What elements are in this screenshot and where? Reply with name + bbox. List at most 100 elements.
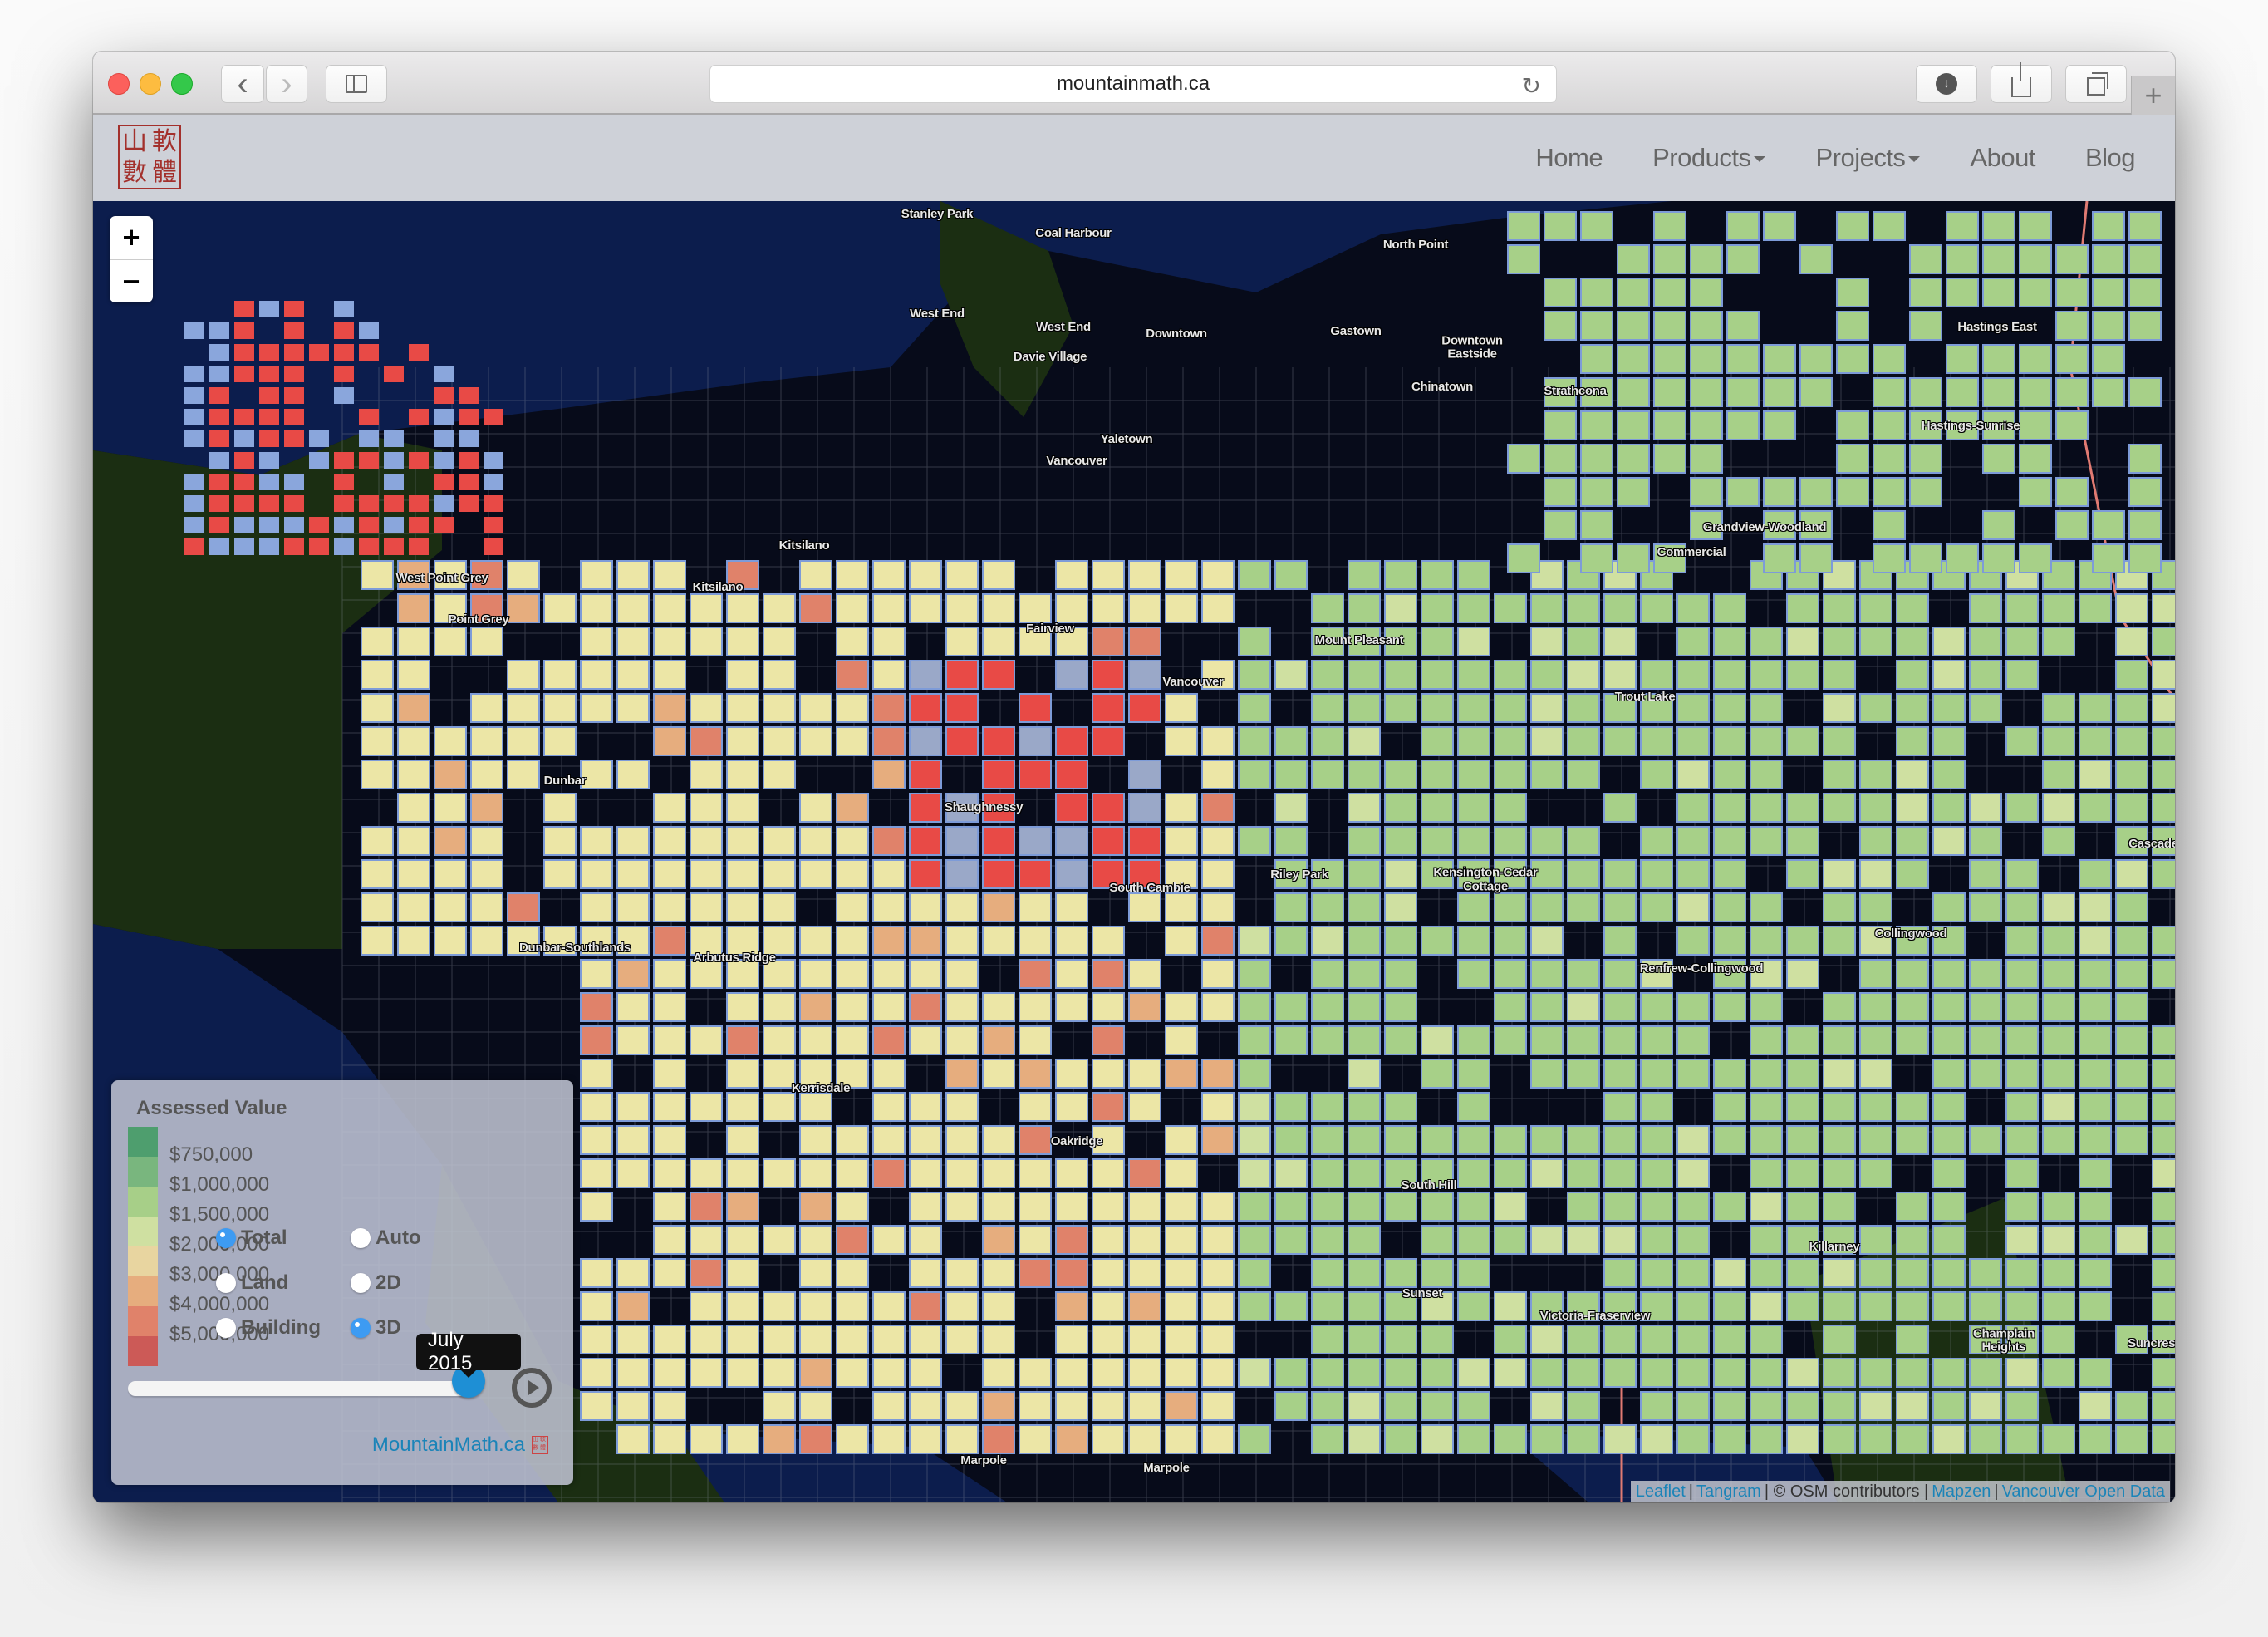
radio-3d[interactable]: 3D: [351, 1316, 401, 1340]
property-block: [2042, 926, 2075, 956]
radio-button[interactable]: [351, 1273, 371, 1293]
radio-button[interactable]: [351, 1228, 371, 1248]
property-block: [945, 693, 979, 723]
new-tab-button[interactable]: +: [2131, 76, 2175, 115]
time-slider-track[interactable]: [128, 1381, 477, 1396]
property-block: [1019, 1059, 1052, 1089]
nav-home[interactable]: Home: [1535, 143, 1603, 173]
property-block: [763, 627, 796, 656]
property-block: [543, 726, 577, 756]
property-block: [616, 826, 650, 856]
property-block: [690, 693, 723, 723]
radio-button[interactable]: [216, 1273, 236, 1293]
property-block: [1640, 1059, 1673, 1089]
property-block: [1786, 1391, 1819, 1421]
forward-button[interactable]: ›: [266, 65, 307, 103]
attribution-link[interactable]: Leaflet: [1636, 1482, 1686, 1502]
mountainmath-credit-link[interactable]: MountainMath.ca 山軟數體: [372, 1433, 548, 1457]
property-block: [1544, 410, 1577, 440]
nav-blog[interactable]: Blog: [2085, 143, 2136, 173]
nav-projects-dropdown[interactable]: Projects: [1815, 143, 1921, 173]
property-block: [1055, 760, 1088, 789]
property-block: [2079, 1158, 2112, 1188]
color-scale-tick: $1,500,000: [169, 1203, 270, 1226]
maximize-window-button[interactable]: [171, 73, 193, 95]
property-block: [184, 474, 204, 490]
property-block: [2079, 1192, 2112, 1222]
property-block: [1690, 311, 1723, 341]
property-block: [259, 344, 279, 361]
property-block: [1873, 344, 1906, 374]
property-block: [1019, 892, 1052, 922]
nav-about[interactable]: About: [1970, 143, 2035, 173]
color-swatch: [128, 1306, 158, 1336]
reload-icon[interactable]: ↻: [1522, 72, 1541, 100]
radio-button[interactable]: [216, 1318, 236, 1338]
property-block: [690, 1192, 723, 1222]
map-canvas[interactable]: + − Stanley Park Coal Harbour North Point W…: [93, 201, 2175, 1502]
nav-products-dropdown[interactable]: Products: [1652, 143, 1766, 173]
share-button[interactable]: [1991, 62, 2052, 103]
property-block: [2005, 1025, 2039, 1055]
property-block: [234, 366, 254, 382]
radio-button-selected[interactable]: [216, 1228, 236, 1248]
property-block: [209, 387, 229, 404]
property-block: [361, 760, 394, 789]
property-block: [1055, 1258, 1088, 1288]
property-block: [1836, 444, 1869, 474]
property-block: [1238, 1025, 1271, 1055]
map-place-label: Suncrest: [2128, 1335, 2175, 1350]
property-block: [1165, 560, 1198, 590]
property-block: [1896, 959, 1929, 989]
radio-building[interactable]: Building: [216, 1316, 321, 1340]
back-button[interactable]: ‹: [221, 65, 264, 103]
property-block: [1932, 1125, 1966, 1155]
address-bar[interactable]: mountainmath.ca ↻: [709, 65, 1557, 103]
property-block: [1617, 377, 1650, 407]
property-block: [1238, 959, 1271, 989]
property-block: [543, 793, 577, 823]
attribution-link[interactable]: Mapzen: [1932, 1482, 1991, 1502]
property-block: [2005, 859, 2039, 889]
radio-total[interactable]: Total: [216, 1227, 287, 1250]
zoom-out-button[interactable]: −: [110, 260, 153, 303]
attribution-link[interactable]: Vancouver Open Data: [2002, 1482, 2165, 1502]
property-block: [1348, 593, 1381, 623]
property-block: [2115, 1424, 2148, 1454]
download-button[interactable]: ↓: [1916, 65, 1977, 103]
property-block: [2079, 1258, 2112, 1288]
property-block: [234, 517, 254, 533]
radio-button-selected[interactable]: [351, 1318, 371, 1338]
property-block: [1653, 278, 1686, 307]
sidebar-button[interactable]: [326, 65, 387, 103]
property-block: [1348, 1225, 1381, 1255]
property-block: [1873, 444, 1906, 474]
property-block: [234, 452, 254, 469]
property-block: [1128, 627, 1161, 656]
map-place-label: Dunbar-Southlands: [518, 940, 631, 955]
property-block: [1823, 992, 1856, 1022]
property-block: [1311, 1125, 1344, 1155]
property-block: [1530, 1125, 1564, 1155]
radio-land[interactable]: Land: [216, 1271, 288, 1295]
property-block: [1750, 693, 1783, 723]
property-block: [1348, 992, 1381, 1022]
close-window-button[interactable]: [108, 73, 130, 95]
property-block: [1311, 1291, 1344, 1321]
site-logo[interactable]: 山 軟 數 體: [118, 125, 181, 189]
play-button[interactable]: [512, 1368, 552, 1408]
property-block: [2019, 278, 2052, 307]
attribution-link[interactable]: Tangram: [1696, 1482, 1761, 1502]
property-block: [2128, 311, 2162, 341]
tabs-overview-button[interactable]: [2065, 65, 2127, 103]
radio-2d[interactable]: 2D: [351, 1271, 401, 1295]
minimize-window-button[interactable]: [140, 73, 161, 95]
property-block: [2005, 1391, 2039, 1421]
property-block: [1823, 859, 1856, 889]
radio-auto[interactable]: Auto: [351, 1227, 421, 1250]
zoom-in-button[interactable]: +: [110, 216, 153, 260]
property-block: [2055, 344, 2089, 374]
property-block: [397, 693, 430, 723]
property-block: [1384, 693, 1417, 723]
property-block: [507, 760, 540, 789]
